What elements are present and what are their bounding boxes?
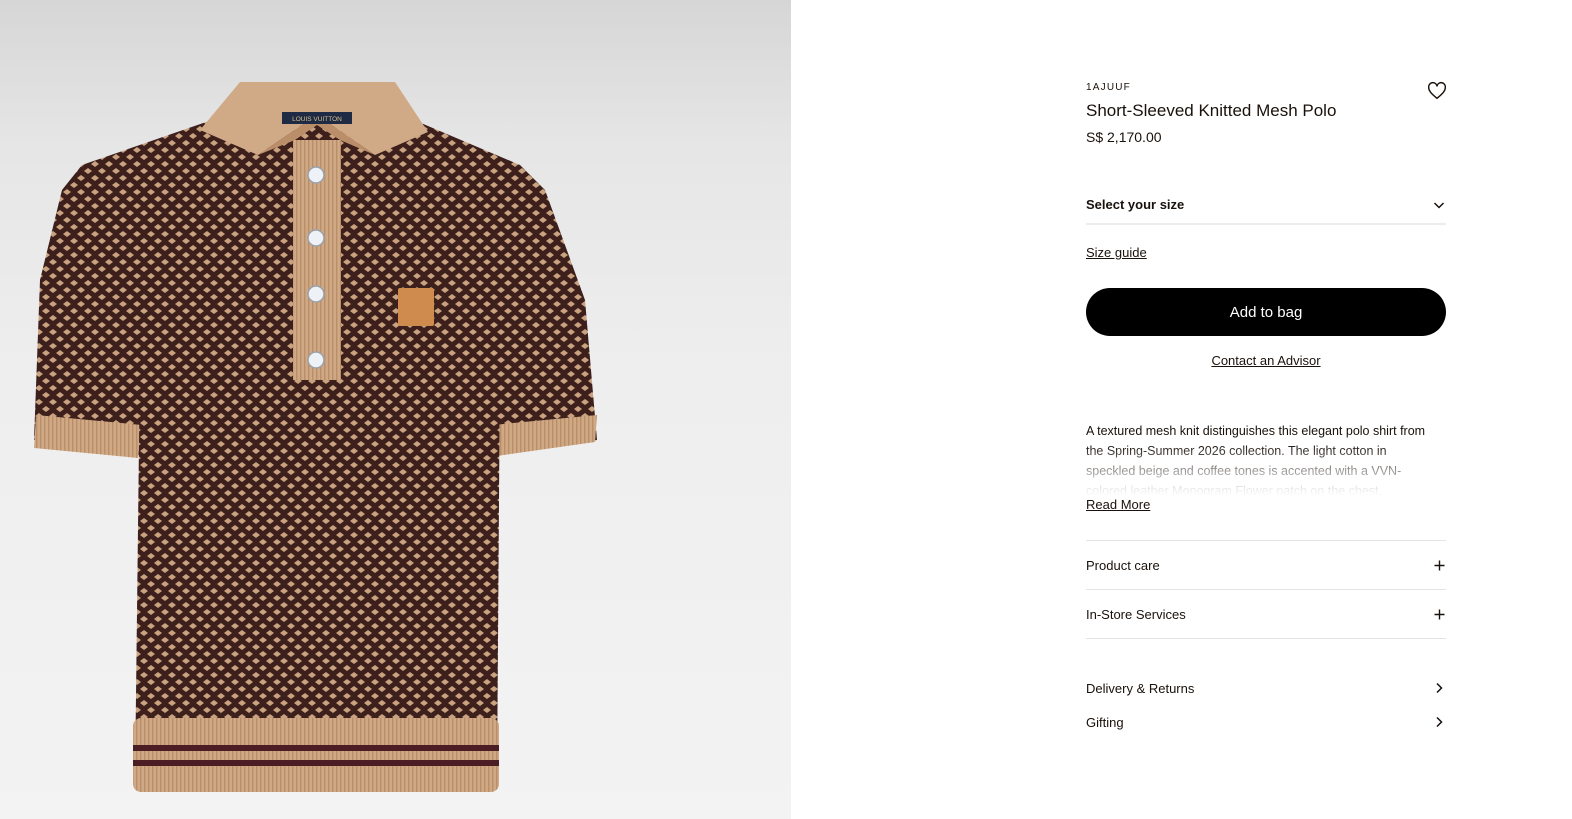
size-guide-link[interactable]: Size guide	[1086, 245, 1147, 260]
heart-outline-icon	[1427, 81, 1447, 100]
chevron-down-icon	[1432, 198, 1446, 212]
product-price: S$ 2,170.00	[1086, 129, 1162, 145]
product-description: A textured mesh knit distinguishes this …	[1086, 424, 1426, 496]
read-more-link[interactable]: Read More	[1086, 497, 1150, 512]
product-image: LOUIS VUITTON	[0, 0, 791, 819]
contact-advisor: Contact an Advisor	[1086, 353, 1446, 368]
product-details-panel: 1AJUUF Short-Sleeved Knitted Mesh Polo S…	[1086, 0, 1448, 819]
product-sku: 1AJUUF	[1086, 82, 1131, 93]
add-to-bag-button[interactable]: Add to bag	[1086, 288, 1446, 336]
plus-icon	[1432, 607, 1446, 621]
accordion-label: In-Store Services	[1086, 606, 1186, 622]
link-label: Gifting	[1086, 714, 1124, 730]
size-selector-label: Select your size	[1086, 197, 1185, 212]
wishlist-button[interactable]	[1426, 80, 1448, 102]
leather-patch	[398, 288, 434, 326]
plus-icon	[1432, 558, 1446, 572]
collar-label: LOUIS VUITTON	[292, 116, 342, 123]
accordion-in-store-services[interactable]: In-Store Services	[1086, 589, 1446, 639]
accordion-product-care[interactable]: Product care	[1086, 540, 1446, 589]
chevron-right-icon	[1432, 681, 1446, 695]
polo-shirt-illustration: LOUIS VUITTON	[34, 82, 597, 792]
accordion-label: Product care	[1086, 557, 1160, 573]
size-selector[interactable]: Select your size	[1086, 186, 1446, 225]
product-title: Short-Sleeved Knitted Mesh Polo	[1086, 101, 1337, 120]
gifting-link[interactable]: Gifting	[1086, 709, 1446, 735]
link-label: Delivery & Returns	[1086, 680, 1195, 696]
delivery-returns-link[interactable]: Delivery & Returns	[1086, 675, 1446, 701]
chevron-right-icon	[1432, 715, 1446, 729]
contact-advisor-link[interactable]: Contact an Advisor	[1211, 353, 1320, 368]
